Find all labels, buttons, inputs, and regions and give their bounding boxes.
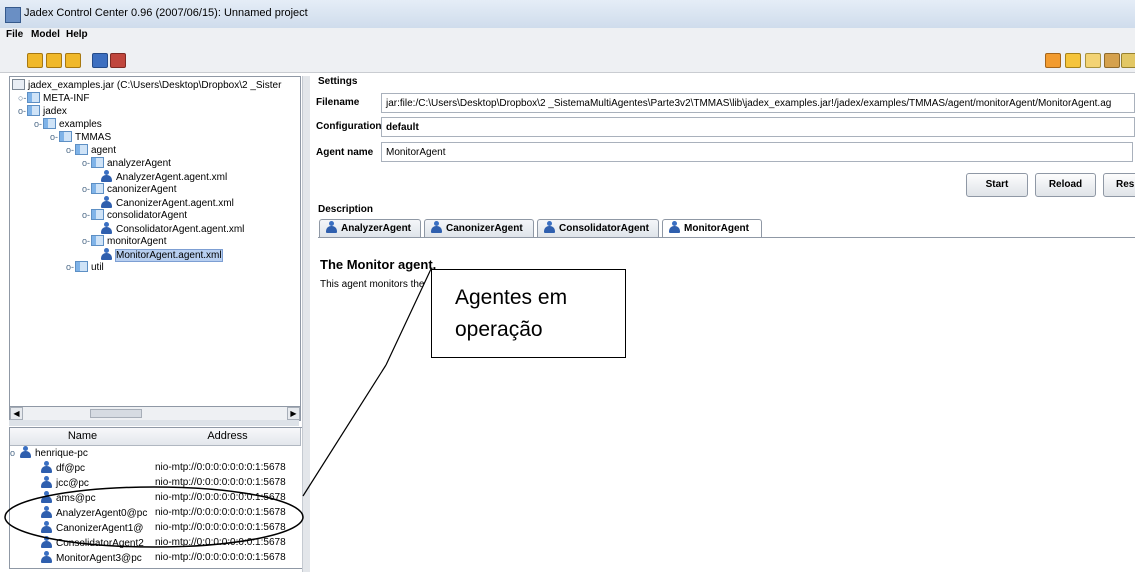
highlight-ellipse [4, 486, 304, 548]
callout-pointer-line [302, 364, 387, 497]
callout-text: Agentes em operação [455, 286, 568, 341]
callout-pointer-line-top [385, 268, 432, 366]
callout-box: Agentes em operação [431, 269, 626, 358]
